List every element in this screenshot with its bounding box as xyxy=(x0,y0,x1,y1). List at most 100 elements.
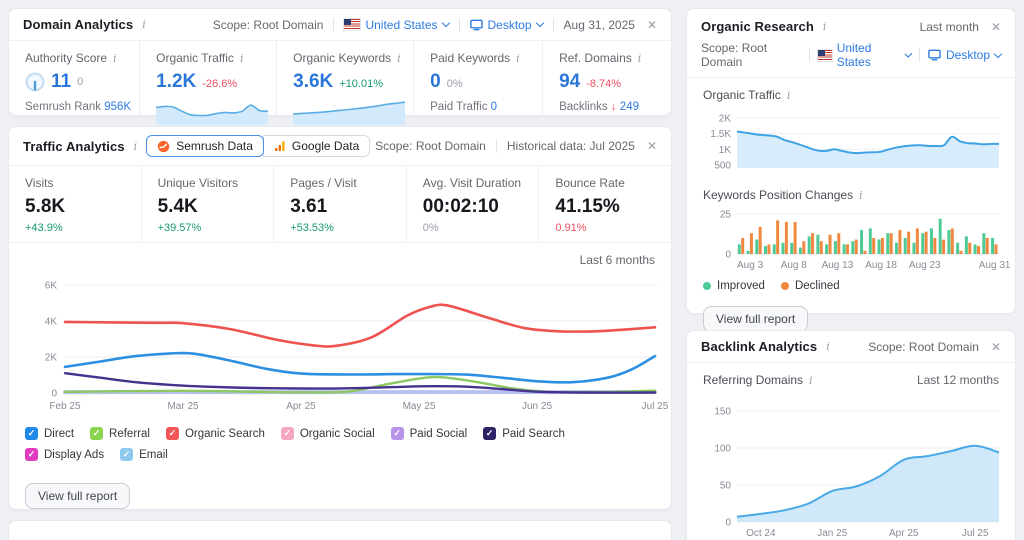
checkbox-icon: ✓ xyxy=(90,427,104,440)
legend-organic-search[interactable]: ✓ Organic Search xyxy=(165,427,265,440)
divider xyxy=(919,48,920,62)
info-icon[interactable]: i xyxy=(112,52,118,65)
checkbox-icon: ✓ xyxy=(390,427,404,440)
legend-label: Organic Social xyxy=(299,427,375,440)
info-icon[interactable]: i xyxy=(133,140,139,153)
referring-domains-chart[interactable]: 150 100 50 0 Oct 24 Jan 25 Apr 25 Jul 25 xyxy=(703,399,1001,540)
svg-text:150: 150 xyxy=(714,407,731,418)
traffic-analytics-panel: Traffic Analytics i Semrush Data Google … xyxy=(8,126,672,510)
range-label: Last 12 months xyxy=(916,373,999,387)
next-panel xyxy=(8,520,672,540)
svg-text:Aug 8: Aug 8 xyxy=(781,260,808,271)
checkbox-icon: ✓ xyxy=(165,427,179,440)
channel-legend: ✓ Direct ✓ Referral ✓ Organic Search ✓ Organic … xyxy=(25,427,655,461)
backlink-analytics-title: Backlink Analytics xyxy=(701,339,818,354)
device-selector[interactable]: Desktop xyxy=(469,18,544,32)
down-arrow-icon: ↓ xyxy=(610,101,617,113)
legend-label: Organic Search xyxy=(184,427,265,440)
checkbox-icon: ✓ xyxy=(483,427,497,440)
svg-text:1.5K: 1.5K xyxy=(710,129,731,140)
svg-text:Jul 25: Jul 25 xyxy=(642,401,669,412)
info-icon[interactable]: i xyxy=(858,189,864,202)
google-analytics-icon xyxy=(274,141,285,151)
svg-text:Jul 25: Jul 25 xyxy=(962,528,989,539)
legend-paid-search[interactable]: ✓ Paid Search xyxy=(483,427,565,440)
dot-icon xyxy=(780,282,789,290)
legend-organic-social[interactable]: ✓ Organic Social xyxy=(280,427,375,440)
legend-label: Display Ads xyxy=(44,448,105,461)
country-selector[interactable]: United States xyxy=(816,41,913,69)
legend-improved[interactable]: Improved xyxy=(703,280,765,292)
info-icon[interactable]: i xyxy=(825,340,831,353)
checkbox-icon: ✓ xyxy=(280,427,294,440)
metric-visits: Visits 5.8K +43.9% xyxy=(25,176,66,234)
view-full-report-button[interactable]: View full report xyxy=(25,483,131,509)
legend-email[interactable]: ✓ Email xyxy=(120,448,168,461)
legend-declined[interactable]: Declined xyxy=(780,280,840,292)
legend-label: Improved xyxy=(717,280,765,292)
svg-text:Jan 25: Jan 25 xyxy=(817,528,847,539)
close-icon[interactable]: ✕ xyxy=(647,18,657,32)
legend-display-ads[interactable]: ✓ Display Ads xyxy=(25,448,104,461)
legend-label: Referral xyxy=(109,427,150,440)
organic-traffic-sparkline xyxy=(156,104,269,125)
svg-text:100: 100 xyxy=(714,444,731,455)
domain-analytics-panel: Domain Analytics i Scope: Root Domain Un… xyxy=(8,8,672,133)
tab-google-data[interactable]: Google Data xyxy=(262,135,371,157)
info-icon[interactable]: i xyxy=(822,20,828,33)
position-changes-legend: Improved Declined xyxy=(703,280,999,292)
svg-text:0: 0 xyxy=(725,250,731,261)
info-icon[interactable]: i xyxy=(239,52,245,65)
svg-text:Feb 25: Feb 25 xyxy=(49,401,81,412)
semrush-icon xyxy=(158,140,170,152)
traffic-trend-chart[interactable]: 0 2K 4K 6K Feb 25 Mar 25 Apr 25 May 25 Jun 25 Jul… xyxy=(25,275,669,415)
scope-label: Scope: Root Domain xyxy=(701,41,768,69)
chevron-down-icon xyxy=(441,18,450,28)
close-icon[interactable]: ✕ xyxy=(647,139,657,153)
organic-research-title: Organic Research xyxy=(701,19,814,34)
divider xyxy=(333,17,335,32)
authority-gauge-icon xyxy=(25,72,45,92)
legend-referral[interactable]: ✓ Referral xyxy=(90,427,150,440)
view-full-report-button[interactable]: View full report xyxy=(703,306,809,332)
info-icon[interactable]: i xyxy=(786,89,792,102)
divider xyxy=(552,17,554,32)
metric-paid-keywords: Paid Keywords i 0 0% Paid Traffic 0 xyxy=(413,41,542,133)
legend-label: Paid Search xyxy=(502,427,565,440)
semrush-rank-link[interactable]: 956K xyxy=(104,101,131,113)
data-source-toggle: Semrush Data Google Data xyxy=(146,135,371,157)
paid-traffic-link[interactable]: 0 xyxy=(491,101,497,113)
backlinks-link[interactable]: 249 xyxy=(620,101,639,113)
historical-data-label: Historical data: Jul 2025 xyxy=(506,139,635,153)
desktop-icon xyxy=(469,19,483,30)
chevron-down-icon xyxy=(993,49,1003,58)
legend-paid-social[interactable]: ✓ Paid Social xyxy=(390,427,467,440)
info-icon[interactable]: i xyxy=(396,52,402,65)
metric-organic-traffic: Organic Traffic i 1.2K -26.6% xyxy=(139,41,276,133)
svg-text:0: 0 xyxy=(51,389,57,400)
range-label: Last month xyxy=(919,19,979,34)
divider xyxy=(495,139,497,153)
legend-label: Email xyxy=(139,448,168,461)
close-icon[interactable]: ✕ xyxy=(991,340,1001,354)
info-icon[interactable]: i xyxy=(637,52,643,65)
organic-traffic-chart[interactable]: 2K 1.5K 1K 500 xyxy=(703,112,1001,172)
svg-text:4K: 4K xyxy=(45,317,58,328)
info-icon[interactable]: i xyxy=(141,18,147,31)
info-icon[interactable]: i xyxy=(808,374,814,387)
svg-text:50: 50 xyxy=(720,481,732,492)
country-selector[interactable]: United States xyxy=(343,18,450,32)
legend-label: Declined xyxy=(794,280,840,292)
svg-text:Mar 25: Mar 25 xyxy=(167,401,199,412)
svg-text:Aug 3: Aug 3 xyxy=(737,260,764,271)
organic-research-panel: Organic Research i Last month ✕ Scope: R… xyxy=(686,8,1016,332)
svg-text:Oct 24: Oct 24 xyxy=(746,528,776,539)
close-icon[interactable]: ✕ xyxy=(991,20,1001,34)
keywords-position-changes-chart[interactable]: 25 0 Aug 3 Aug 8 Aug 13 Aug 18 Aug 23 Aug 31 xyxy=(703,210,1011,272)
info-icon[interactable]: i xyxy=(515,52,521,65)
svg-text:Aug 18: Aug 18 xyxy=(865,260,897,271)
legend-direct[interactable]: ✓ Direct xyxy=(25,427,74,440)
device-selector[interactable]: Desktop xyxy=(928,48,1003,62)
metric-bounce-rate: Bounce Rate 41.15% 0.91% xyxy=(538,166,671,242)
tab-semrush-data[interactable]: Semrush Data xyxy=(146,135,264,157)
